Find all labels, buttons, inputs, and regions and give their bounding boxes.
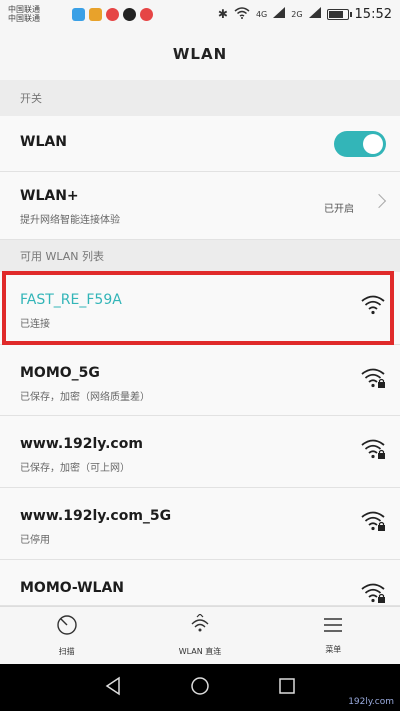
carrier-info: 中国联通 中国联通 [8, 5, 68, 23]
network-status: 已连接 [20, 319, 50, 330]
network-status: 已保存，加密（可上网） [20, 463, 130, 474]
weibo-icon [140, 7, 153, 21]
notification-icons [72, 7, 153, 21]
menu-icon [322, 616, 344, 638]
wifi-locked-icon [360, 367, 386, 389]
menu-button[interactable]: 菜单 [267, 607, 400, 664]
network-ssid: MOMO-WLAN [20, 580, 125, 596]
wifi-status-icon [234, 6, 250, 22]
network-status: 已停用 [20, 535, 50, 546]
wifi-icon [360, 294, 386, 316]
network-ssid: FAST_RE_F59A [20, 292, 122, 308]
wifi-locked-icon [360, 438, 386, 460]
signal-icon [273, 7, 286, 21]
wlan-direct-button[interactable]: WLAN 直连 [133, 607, 266, 664]
carrier-1: 中国联通 [8, 5, 40, 14]
network-type-1: 4G [255, 9, 268, 19]
network-status: 已保存，加密（网络质量差） [20, 392, 150, 403]
system-nav-bar: 192ly.com [0, 664, 400, 711]
menu-label: 菜单 [325, 645, 342, 654]
wlan-toggle[interactable] [334, 131, 386, 157]
page-title: WLAN [0, 28, 400, 80]
network-row[interactable]: www.192ly.com 已保存，加密（可上网） [0, 416, 400, 488]
wlan-plus-status: 已开启 [324, 204, 354, 215]
wlan-direct-icon [189, 613, 211, 640]
network-ssid: MOMO_5G [20, 365, 100, 381]
wifi-locked-icon [360, 582, 386, 604]
watermark: 192ly.com [348, 697, 394, 707]
network-ssid: www.192ly.com_5G [20, 508, 172, 524]
network-row[interactable]: MOMO_5G 已保存，加密（网络质量差） [0, 345, 400, 416]
scan-button[interactable]: 扫描 [0, 607, 133, 664]
wlan-plus-row[interactable]: WLAN+ 提升网络智能连接体验 已开启 [0, 172, 400, 240]
battery-icon [326, 8, 352, 20]
battery-fill [328, 10, 343, 18]
back-icon[interactable] [103, 676, 123, 700]
scan-label: 扫描 [58, 647, 75, 656]
recents-icon[interactable] [277, 676, 297, 700]
network-row[interactable]: FAST_RE_F59A 已连接 [0, 272, 400, 345]
wifi-locked-icon [360, 510, 386, 532]
carrier-2: 中国联通 [8, 14, 40, 23]
wlan-toggle-row[interactable]: WLAN [0, 116, 400, 172]
signal-icon [308, 7, 321, 21]
app-notification-icon [89, 7, 102, 21]
network-row[interactable]: MOMO-WLAN已停用 [0, 560, 400, 618]
home-icon[interactable] [190, 676, 210, 700]
clock: 15:52 [354, 6, 392, 22]
network-row[interactable]: www.192ly.com_5G 已停用 [0, 488, 400, 560]
weibo-icon [106, 7, 119, 21]
app-notification-icon [72, 7, 85, 21]
section-header-networks: 可用 WLAN 列表 [0, 240, 400, 272]
bottom-toolbar: 扫描 WLAN 直连 菜单 [0, 606, 400, 664]
network-ssid: www.192ly.com [20, 436, 143, 452]
scan-icon [56, 614, 78, 640]
bluetooth-icon: ✱ [217, 7, 228, 21]
qq-icon [123, 7, 136, 21]
wlan-direct-label: WLAN 直连 [178, 647, 222, 656]
status-bar: 中国联通 中国联通 ✱ 4G 2G 15:52 [0, 0, 400, 28]
section-header-switch: 开关 [0, 80, 400, 116]
toggle-knob [363, 134, 383, 154]
network-type-2: 2G [291, 9, 303, 19]
